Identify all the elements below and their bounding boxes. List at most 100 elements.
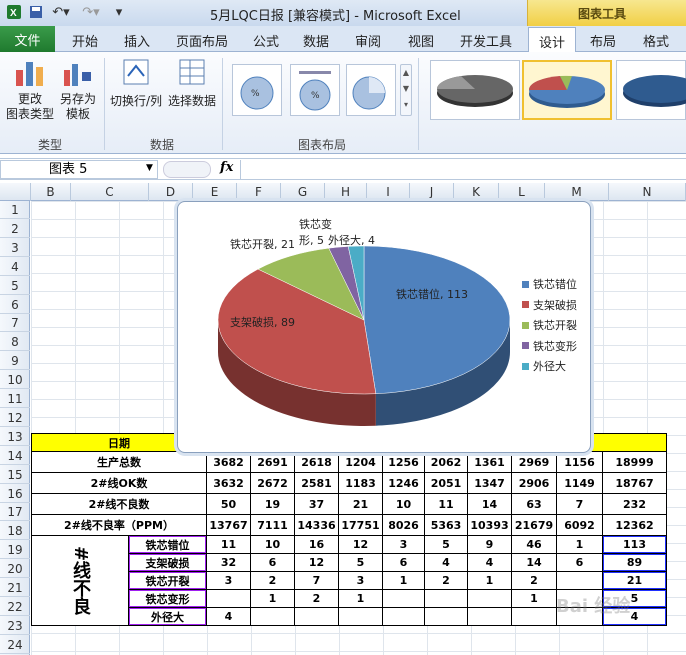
- defect-value-cell[interactable]: 4: [467, 553, 512, 572]
- value-cell[interactable]: 12362: [602, 514, 667, 536]
- chart-layout-2-thumb[interactable]: %: [290, 64, 340, 116]
- tab-format[interactable]: 格式: [643, 31, 669, 50]
- defect-value-cell[interactable]: 7: [294, 571, 339, 590]
- insert-function-icon[interactable]: fx: [220, 160, 233, 175]
- column-header[interactable]: F: [237, 183, 281, 201]
- defect-value-cell[interactable]: 11: [206, 535, 251, 554]
- value-cell[interactable]: 13767: [206, 514, 251, 536]
- defect-value-cell[interactable]: 5: [338, 553, 383, 572]
- defect-value-cell[interactable]: 1: [467, 571, 512, 590]
- select-all-corner[interactable]: [0, 183, 31, 201]
- tab-developer[interactable]: 开发工具: [460, 31, 512, 50]
- defect-value-cell[interactable]: 6: [382, 553, 425, 572]
- defect-value-cell[interactable]: [338, 607, 383, 626]
- value-cell[interactable]: 10393: [467, 514, 512, 536]
- column-header[interactable]: H: [325, 183, 367, 201]
- defect-value-cell[interactable]: 3: [382, 535, 425, 554]
- row-header[interactable]: 4: [0, 258, 30, 276]
- row-label-cell[interactable]: 生产总数: [31, 451, 207, 473]
- data-label[interactable]: 支架破损, 89: [230, 314, 295, 330]
- row-header[interactable]: 5: [0, 277, 30, 295]
- column-header[interactable]: M: [545, 183, 609, 201]
- value-cell[interactable]: 50: [206, 493, 251, 515]
- row-header[interactable]: 18: [0, 522, 30, 541]
- value-cell[interactable]: 1204: [338, 451, 383, 473]
- defect-value-cell[interactable]: [556, 571, 603, 590]
- value-cell[interactable]: 1246: [382, 472, 425, 494]
- defect-value-cell[interactable]: 16: [294, 535, 339, 554]
- defect-value-cell[interactable]: [424, 607, 468, 626]
- change-chart-type-button[interactable]: 更改 图表类型: [4, 92, 56, 122]
- value-cell[interactable]: 14: [467, 493, 512, 515]
- customize-quick-access-icon[interactable]: ▾: [112, 4, 126, 20]
- defect-value-cell[interactable]: 2: [294, 589, 339, 608]
- legend-item[interactable]: 铁芯变形: [522, 338, 577, 354]
- defect-value-cell[interactable]: [467, 589, 512, 608]
- redo-icon[interactable]: ↷▾: [80, 4, 102, 20]
- row-header[interactable]: 15: [0, 466, 30, 484]
- value-cell[interactable]: 21: [338, 493, 383, 515]
- column-header[interactable]: E: [193, 183, 237, 201]
- row-header[interactable]: 23: [0, 617, 30, 635]
- column-header[interactable]: C: [71, 183, 149, 201]
- row-header[interactable]: 12: [0, 409, 30, 427]
- row-header[interactable]: 17: [0, 503, 30, 522]
- row-header[interactable]: 21: [0, 579, 30, 597]
- value-cell[interactable]: 3632: [206, 472, 251, 494]
- value-cell[interactable]: 232: [602, 493, 667, 515]
- formula-bar-expand-handle[interactable]: [163, 161, 211, 178]
- defect-name-cell[interactable]: 铁芯开裂: [128, 571, 207, 590]
- value-cell[interactable]: 6092: [556, 514, 603, 536]
- tab-design[interactable]: 设计: [528, 27, 577, 53]
- defect-value-cell[interactable]: 12: [294, 553, 339, 572]
- defect-value-cell[interactable]: 46: [511, 535, 557, 554]
- defect-value-cell[interactable]: 1: [556, 535, 603, 554]
- pie-chart[interactable]: 铁芯错位 支架破损 铁芯开裂 铁芯变形 外径大 铁芯错位, 113 支架破损, 89 铁芯开…: [177, 201, 591, 453]
- value-cell[interactable]: 2691: [250, 451, 295, 473]
- value-cell[interactable]: 1256: [382, 451, 425, 473]
- row-header[interactable]: 3: [0, 239, 30, 257]
- value-cell[interactable]: 11: [424, 493, 468, 515]
- switch-row-column-button[interactable]: 切换行/列: [106, 94, 166, 109]
- row-header[interactable]: 10: [0, 371, 30, 390]
- data-label[interactable]: 铁芯错位, 113: [396, 286, 468, 302]
- value-cell[interactable]: 14336: [294, 514, 339, 536]
- defect-value-cell[interactable]: 1: [382, 571, 425, 590]
- value-cell[interactable]: 1156: [556, 451, 603, 473]
- row-header[interactable]: 8: [0, 333, 30, 352]
- value-cell[interactable]: 21679: [511, 514, 557, 536]
- tab-formulas[interactable]: 公式: [253, 31, 279, 50]
- defect-name-cell[interactable]: 外径大: [128, 607, 207, 626]
- value-cell[interactable]: 18999: [602, 451, 667, 473]
- tab-layout[interactable]: 布局: [590, 31, 616, 50]
- defect-value-cell[interactable]: 1: [511, 589, 557, 608]
- value-cell[interactable]: 10: [382, 493, 425, 515]
- row-header[interactable]: 6: [0, 296, 30, 314]
- value-cell[interactable]: 2969: [511, 451, 557, 473]
- defect-group-label[interactable]: #线不良: [31, 535, 129, 626]
- legend-item[interactable]: 铁芯开裂: [522, 317, 577, 333]
- column-header[interactable]: G: [281, 183, 325, 201]
- defect-value-cell[interactable]: 3: [206, 571, 251, 590]
- legend-item[interactable]: 外径大: [522, 358, 566, 374]
- defect-value-cell[interactable]: 10: [250, 535, 295, 554]
- defect-value-cell[interactable]: 21: [602, 571, 667, 590]
- chart-layout-3-thumb[interactable]: [346, 64, 396, 116]
- defect-value-cell[interactable]: 113: [602, 535, 667, 554]
- row-header[interactable]: 1: [0, 201, 30, 219]
- row-header[interactable]: 13: [0, 428, 30, 446]
- save-icon[interactable]: [28, 4, 44, 20]
- row-header[interactable]: 14: [0, 447, 30, 465]
- value-cell[interactable]: 37: [294, 493, 339, 515]
- defect-name-cell[interactable]: 铁芯变形: [128, 589, 207, 608]
- defect-value-cell[interactable]: 6: [250, 553, 295, 572]
- value-cell[interactable]: 1347: [467, 472, 512, 494]
- tab-data[interactable]: 数据: [303, 31, 329, 50]
- defect-value-cell[interactable]: [294, 607, 339, 626]
- defect-value-cell[interactable]: [206, 589, 251, 608]
- value-cell[interactable]: 2618: [294, 451, 339, 473]
- tab-review[interactable]: 审阅: [355, 31, 381, 50]
- tab-view[interactable]: 视图: [408, 31, 434, 50]
- defect-value-cell[interactable]: 5: [424, 535, 468, 554]
- row-header[interactable]: 11: [0, 390, 30, 408]
